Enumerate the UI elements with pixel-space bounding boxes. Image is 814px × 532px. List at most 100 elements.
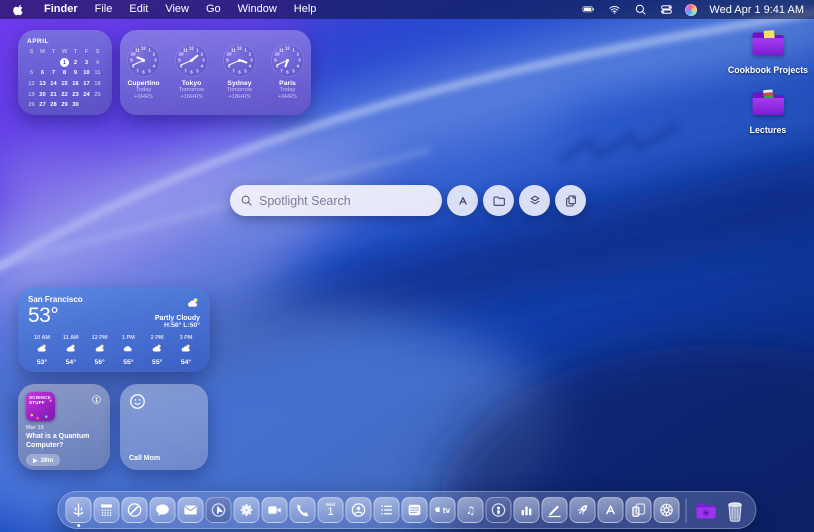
spotlight-filter-app-store[interactable] [447, 185, 478, 216]
finder-icon [66, 497, 92, 523]
control-center-icon[interactable] [659, 3, 674, 16]
dock-downloads-folder[interactable] [693, 497, 720, 524]
dock-apple-tv[interactable]: tv [430, 497, 456, 523]
calendar-day: 12 [26, 79, 37, 90]
clock-offset-label: +9HRS [278, 94, 297, 101]
dock-contacts[interactable] [346, 497, 372, 523]
menu-help[interactable]: Help [294, 0, 317, 19]
dock-notes[interactable] [402, 497, 428, 523]
calendar-day: 25 [92, 89, 103, 100]
dock-photos[interactable] [234, 497, 260, 523]
calendar-day: 13 [37, 79, 48, 90]
spotlight-input[interactable] [259, 194, 432, 208]
weather-current-temp: 53° [28, 305, 83, 326]
apple-tv-icon: tv [430, 497, 456, 523]
weather-condition: Partly Cloudy [155, 315, 200, 322]
reminder-title: Call Mom [129, 455, 160, 462]
wifi-icon[interactable] [607, 3, 622, 16]
calendar-day [26, 58, 37, 69]
dock-mail[interactable] [178, 497, 204, 523]
siri-icon[interactable] [685, 4, 697, 16]
calendar-day: 11 [92, 68, 103, 79]
spotlight-search-bar[interactable] [230, 185, 442, 216]
dock-finder[interactable] [66, 497, 92, 523]
reminder-widget[interactable]: Call Mom [120, 384, 208, 470]
dock-system-settings[interactable] [654, 497, 680, 523]
calendar-day: 10 [81, 68, 92, 79]
running-indicator [77, 524, 80, 527]
menu-bar: Finder File Edit View Go Window Help Wed Apr 1… [0, 0, 814, 19]
calendar-weekday: S [26, 47, 37, 58]
podcast-widget[interactable]: SCIENCE STUFF Mar 19 What is a Quantum C… [18, 384, 110, 470]
apple-menu[interactable] [12, 3, 25, 16]
dock-app-store[interactable] [598, 497, 624, 523]
menu-file[interactable]: File [95, 0, 113, 19]
weather-hour: 10 AM53° [29, 335, 55, 366]
partly-cloudy-icon [65, 341, 77, 359]
spotlight-filter-clipboard[interactable] [555, 185, 586, 216]
dock-calendar[interactable]: Wed1 [318, 497, 344, 523]
calendar-widget[interactable]: APRIL SMTWTFS123456789101112131415161718… [18, 30, 112, 115]
calendar-day: 19 [26, 89, 37, 100]
dock-music[interactable]: ♫ [458, 497, 484, 523]
calendar-day: 3 [81, 58, 92, 69]
spotlight-filter-files[interactable] [483, 185, 514, 216]
desktop-icon-label: Lectures [750, 125, 787, 135]
weather-widget[interactable]: San Francisco 53° Partly Cloudy H:56° L:… [18, 287, 210, 372]
menu-finder[interactable]: Finder [44, 0, 78, 19]
menu-view[interactable]: View [165, 0, 189, 19]
menu-edit[interactable]: Edit [129, 0, 148, 19]
rocket-icon [570, 497, 596, 523]
podcasts-app-icon [91, 392, 102, 410]
clock-day-label: Today [280, 87, 295, 94]
dock-iphone-mirroring[interactable] [626, 497, 652, 523]
dock-maps[interactable] [206, 497, 232, 523]
desktop-icon-lectures[interactable]: Lectures [722, 88, 814, 135]
calendar-day [48, 58, 59, 69]
clock-face: 123456789101112 [175, 44, 208, 77]
battery-icon[interactable] [581, 3, 596, 16]
dock-safari[interactable] [122, 497, 148, 523]
clock-offset-label: +18HRS [228, 94, 250, 101]
world-clocks: 123456789101112CupertinoToday+0HRS123456… [118, 44, 314, 101]
svg-text:♫: ♫ [466, 505, 475, 517]
calendar-weekday: T [70, 47, 81, 58]
phone-icon [290, 497, 316, 523]
podcasts-icon [486, 497, 512, 523]
clock-face: 123456789101112 [223, 44, 256, 77]
menu-bar-clock[interactable]: Wed Apr 1 9:41 AM [709, 4, 804, 16]
calendar-day: 20 [37, 89, 48, 100]
weather-city: San Francisco [28, 295, 83, 304]
folder-note-icon [749, 28, 787, 63]
dock-messages[interactable] [150, 497, 176, 523]
contacts-icon [346, 497, 372, 523]
podcast-episode-title: What is a Quantum Computer? [26, 432, 102, 450]
podcast-duration: 39m [41, 457, 54, 464]
dock-freeform[interactable] [542, 497, 568, 523]
clock-offset-label: +16HRS [180, 94, 202, 101]
podcast-date: Mar 19 [26, 425, 102, 431]
dock-podcasts[interactable] [486, 497, 512, 523]
dock-phone[interactable] [290, 497, 316, 523]
menu-go[interactable]: Go [206, 0, 221, 19]
calendar-day: 18 [92, 79, 103, 90]
dock-reminders[interactable] [374, 497, 400, 523]
search-icon[interactable] [633, 3, 648, 16]
folder-books-icon [749, 88, 787, 123]
hour-temp: 54° [181, 359, 191, 366]
spotlight-filter-shortcuts[interactable] [519, 185, 550, 216]
dock-trash[interactable] [722, 497, 749, 524]
podcast-play-button[interactable]: 39m [26, 454, 60, 466]
weather-hour: 3 PM54° [173, 335, 199, 366]
dock-facetime[interactable] [262, 497, 288, 523]
desktop-icon-cookbook-projects[interactable]: Cookbook Projects [722, 28, 814, 75]
hour-temp: 54° [66, 359, 76, 366]
menu-window[interactable]: Window [238, 0, 277, 19]
dock-stocks[interactable] [514, 497, 540, 523]
dock-separator [686, 498, 687, 523]
dock-launchpad[interactable] [94, 497, 120, 523]
calendar-grid: SMTWTFS123456789101112131415161718192021… [26, 47, 104, 111]
facetime-icon [262, 497, 288, 523]
dock-rocket[interactable] [570, 497, 596, 523]
world-clock-widget[interactable]: 123456789101112CupertinoToday+0HRS123456… [120, 30, 311, 115]
